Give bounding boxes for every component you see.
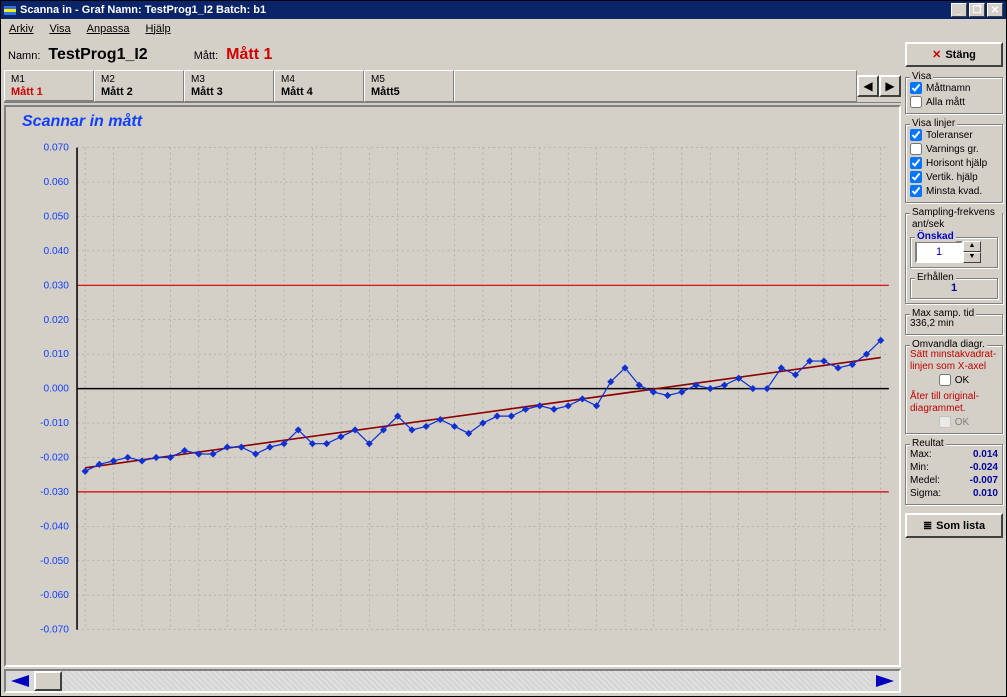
svg-text:-0.060: -0.060	[40, 590, 69, 601]
svg-text:0.070: 0.070	[44, 143, 70, 154]
spin-down[interactable]: ▼	[963, 252, 981, 263]
chk-horisont[interactable]: Horisont hjälp	[910, 156, 998, 170]
svg-text:-0.070: -0.070	[40, 625, 69, 636]
chk-allamatt[interactable]: Alla mått	[910, 95, 998, 109]
menu-hjalp[interactable]: Hjälp	[145, 23, 170, 35]
tab-nav-left[interactable]: ◀	[857, 75, 879, 97]
sampling-group: Sampling-frekvens ant/sek Önskad ▲▼ Erhå…	[905, 213, 1003, 304]
onskad-input[interactable]	[915, 241, 963, 263]
visa-group: Visa Måttnamn Alla mått	[905, 77, 1003, 114]
visalinjer-group: Visa linjer Toleranser Varnings gr. Hori…	[905, 124, 1003, 203]
svg-text:0.010: 0.010	[44, 349, 70, 360]
tab-m4[interactable]: M4Mått 4	[274, 70, 364, 102]
chk-varning[interactable]: Varnings gr.	[910, 142, 998, 156]
svg-text:-0.040: -0.040	[40, 521, 69, 532]
chart-area: Scannar in mått -0.070-0.060-0.050-0.040…	[4, 105, 901, 667]
close-button[interactable]: ✕Stäng	[905, 42, 1003, 67]
header-row: Namn: TestProg1_I2 Mått: Mått 1	[4, 42, 901, 68]
close-window-button[interactable]: ✕	[987, 3, 1003, 17]
svg-text:-0.050: -0.050	[40, 556, 69, 567]
maxsamp-group: Max samp. tid 336,2 min	[905, 314, 1003, 335]
menu-arkiv[interactable]: Arkiv	[9, 23, 33, 35]
titlebar: Scanna in - Graf Namn: TestProg1_I2 Batc…	[1, 1, 1006, 19]
svg-text:-0.010: -0.010	[40, 418, 69, 429]
chk-ok2: OK	[910, 415, 998, 429]
tabs: M1Mått 1M2Mått 2M3Mått 3M4Mått 4M5Mått5 ◀…	[4, 70, 901, 103]
maximize-button[interactable]: ❐	[969, 3, 985, 17]
app-icon	[4, 4, 16, 16]
erhallen-value: 1	[915, 282, 993, 294]
hscroll[interactable]	[4, 669, 901, 693]
omvandla-group: Omvandla diagr. Sätt minstakvadrat-linje…	[905, 345, 1003, 434]
scroll-thumb[interactable]	[34, 671, 62, 691]
svg-text:-0.030: -0.030	[40, 487, 69, 498]
minimize-button[interactable]: _	[951, 3, 967, 17]
svg-text:0.050: 0.050	[44, 211, 70, 222]
svg-text:0.000: 0.000	[44, 384, 70, 395]
tab-m5[interactable]: M5Mått5	[364, 70, 454, 102]
svg-text:0.040: 0.040	[44, 246, 70, 257]
window-title: Scanna in - Graf Namn: TestProg1_I2 Batc…	[20, 4, 951, 16]
chk-mattnamn[interactable]: Måttnamn	[910, 81, 998, 95]
chk-toleranser[interactable]: Toleranser	[910, 128, 998, 142]
spin-up[interactable]: ▲	[963, 241, 981, 252]
menu-anpassa[interactable]: Anpassa	[87, 23, 130, 35]
tab-m2[interactable]: M2Mått 2	[94, 70, 184, 102]
tab-m1[interactable]: M1Mått 1	[4, 70, 94, 102]
svg-text:0.020: 0.020	[44, 315, 70, 326]
som-lista-button[interactable]: ≣Som lista	[905, 513, 1003, 538]
chk-vertik[interactable]: Vertik. hjälp	[910, 170, 998, 184]
svg-text:0.030: 0.030	[44, 280, 70, 291]
tab-nav-right[interactable]: ▶	[879, 75, 901, 97]
tab-m3[interactable]: M3Mått 3	[184, 70, 274, 102]
current-matt: Mått 1	[226, 46, 272, 64]
svg-text:-0.020: -0.020	[40, 453, 69, 464]
program-name: TestProg1_I2	[48, 46, 147, 64]
chk-minsta[interactable]: Minsta kvad.	[910, 184, 998, 198]
chk-ok1[interactable]: OK	[910, 373, 998, 387]
scroll-right-icon[interactable]	[871, 673, 899, 689]
svg-text:0.060: 0.060	[44, 177, 70, 188]
menubar: Arkiv Visa Anpassa Hjälp	[1, 19, 1006, 39]
menu-visa[interactable]: Visa	[49, 23, 70, 35]
list-icon: ≣	[923, 519, 932, 532]
close-icon: ✕	[932, 48, 941, 61]
scroll-left-icon[interactable]	[6, 673, 34, 689]
resultat-group: Reultat Max:0.014 Min:-0.024 Medel:-0.00…	[905, 444, 1003, 505]
